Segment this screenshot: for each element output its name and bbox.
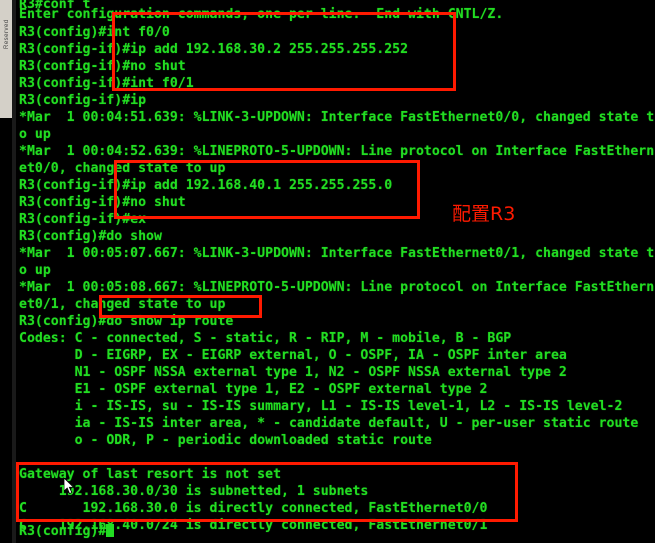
console-line: ia - IS-IS inter area, * - candidate def…: [19, 416, 639, 431]
console-line: R3(config-if)#int f0/1: [19, 76, 194, 91]
console-output[interactable]: R3#conf t Enter configuration commands, o…: [0, 0, 655, 543]
console-line: R3(config-if)#ip add 192.168.40.1 255.25…: [19, 178, 393, 193]
console-line: R3(config-if)#ip add 192.168.30.2 255.25…: [19, 42, 409, 57]
console-line: C 192.168.30.0 is directly connected, Fa…: [19, 501, 488, 516]
console-line: R3(config)#int f0/0: [19, 25, 170, 40]
console-line: i - IS-IS, su - IS-IS summary, L1 - IS-I…: [19, 399, 623, 414]
console-line: R3(config-if)#no shut: [19, 59, 186, 74]
terminal-screen: Reserved R3#conf t Enter configuration co…: [0, 0, 655, 543]
console-line: *Mar 1 00:04:52.639: %LINEPROTO-5-UPDOWN…: [19, 144, 655, 159]
command-prompt[interactable]: R3(config)#: [19, 523, 655, 541]
console-line: o up: [19, 263, 51, 278]
console-line: 192.168.30.0/30 is subnetted, 1 subnets: [19, 484, 369, 499]
console-line: R3(config)#do show ip route: [19, 314, 234, 329]
console-line: Enter configuration commands, one per li…: [19, 7, 504, 22]
console-line: *Mar 1 00:04:51.639: %LINK-3-UPDOWN: Int…: [19, 110, 655, 125]
console-line: N1 - OSPF NSSA external type 1, N2 - OSP…: [19, 365, 567, 380]
console-line: o - ODR, P - periodic downloaded static …: [19, 433, 432, 448]
text-cursor: [106, 524, 115, 537]
console-line: R3(config)#do show: [19, 229, 162, 244]
console-line: R3(config-if)#no shut: [19, 195, 186, 210]
console-line: R3(config-if)#ex: [19, 212, 147, 227]
console-line: E1 - OSPF external type 1, E2 - OSPF ext…: [19, 382, 488, 397]
console-line: Codes: C - connected, S - static, R - RI…: [19, 331, 512, 346]
annotation-label-configure-r3: 配置R3: [452, 203, 516, 225]
console-line: o up: [19, 127, 51, 142]
console-line: et0/0, changed state to up: [19, 161, 226, 176]
console-line: R3(config-if)#ip: [19, 93, 147, 108]
console-line: *Mar 1 00:05:07.667: %LINK-3-UPDOWN: Int…: [19, 246, 655, 261]
console-line: D - EIGRP, EX - EIGRP external, O - OSPF…: [19, 348, 567, 363]
command-prompt-text: R3(config)#: [19, 524, 107, 539]
console-line: *Mar 1 00:05:08.667: %LINEPROTO-5-UPDOWN…: [19, 280, 655, 295]
console-line: et0/1, changed state to up: [19, 297, 226, 312]
console-line: Gateway of last resort is not set: [19, 467, 282, 482]
